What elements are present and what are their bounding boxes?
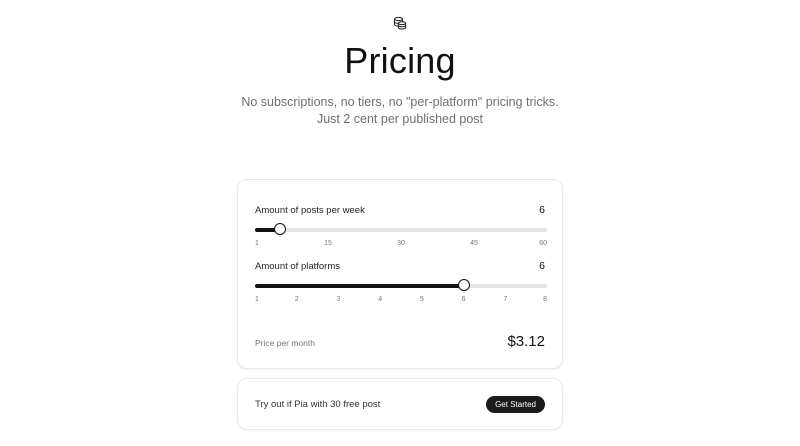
posts-per-week-value: 6 (539, 204, 545, 216)
platforms-slider-fill (255, 284, 464, 288)
pricing-calculator-card: Amount of posts per week 6 1 15 30 45 60 Amo… (237, 179, 563, 369)
platforms-tick-label: 1 (255, 296, 259, 303)
stacked-coins-icon (394, 16, 407, 30)
page-title: Pricing (344, 40, 456, 81)
posts-tick-label: 15 (324, 240, 332, 247)
platforms-tick-label: 7 (503, 296, 508, 303)
platforms-tick-label: 6 (461, 296, 466, 303)
platforms-slider-ticks: 1 2 3 4 5 6 7 8 (255, 296, 547, 306)
posts-per-week-label: Amount of posts per week (255, 205, 365, 216)
posts-per-week-slider[interactable] (255, 223, 547, 235)
platforms-slider-thumb[interactable] (457, 279, 470, 291)
price-per-month-label: Price per month (255, 338, 315, 348)
platforms-tick-label: 3 (336, 296, 341, 303)
posts-tick-label: 1 (255, 240, 259, 247)
posts-tick-label: 30 (397, 240, 405, 247)
platforms-tick-label: 2 (294, 296, 299, 303)
posts-slider-thumb[interactable] (273, 223, 286, 235)
posts-slider-ticks: 1 15 30 45 60 (255, 240, 547, 250)
get-started-button[interactable]: Get Started (486, 396, 545, 413)
subtitle-line-1: No subscriptions, no tiers, no "per-plat… (241, 95, 559, 109)
free-trial-text: Try out if Pia with 30 free post (255, 399, 381, 410)
platforms-slider[interactable] (255, 279, 547, 291)
platforms-tick-label: 5 (419, 296, 424, 303)
platforms-value: 6 (539, 260, 545, 272)
price-per-month-value: $3.12 (507, 333, 545, 350)
platforms-tick-label: 8 (543, 296, 547, 303)
platforms-label: Amount of platforms (255, 261, 341, 272)
platforms-tick-label: 4 (378, 296, 383, 303)
free-trial-card: Try out if Pia with 30 free post Get Sta… (237, 378, 563, 430)
posts-tick-label: 60 (539, 240, 547, 247)
posts-tick-label: 45 (470, 240, 478, 247)
subtitle-line-2: Just 2 cent per published post (316, 112, 484, 126)
